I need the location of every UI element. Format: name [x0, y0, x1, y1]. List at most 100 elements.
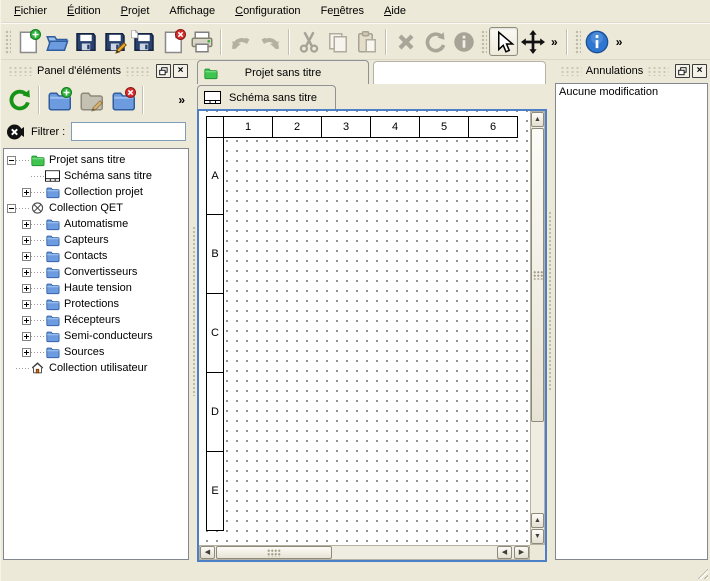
- expand-icon[interactable]: [22, 236, 31, 245]
- collapse-icon[interactable]: [7, 204, 16, 213]
- undo-dock-titlebar[interactable]: Annulations ×: [553, 60, 710, 81]
- save-button[interactable]: [71, 27, 100, 56]
- collapse-icon[interactable]: [7, 156, 16, 165]
- expand-icon[interactable]: [22, 220, 31, 229]
- expand-icon[interactable]: [22, 188, 31, 197]
- cut-button[interactable]: [294, 27, 323, 56]
- menu-projet[interactable]: Projet: [111, 2, 160, 20]
- clear-filter-icon[interactable]: [6, 123, 25, 141]
- toolbar-separator: [566, 29, 568, 55]
- menu-fichier[interactable]: Fichier: [4, 2, 57, 20]
- expand-icon[interactable]: [22, 252, 31, 261]
- vertical-scroll-thumb[interactable]: [531, 128, 544, 422]
- menu-affichage[interactable]: Affichage: [159, 2, 225, 20]
- float-panel-button[interactable]: [675, 64, 690, 78]
- tab-projet-sans-titre[interactable]: Projet sans titre: [197, 60, 369, 84]
- tree-item-capteurs[interactable]: Capteurs: [4, 232, 188, 248]
- toolbar-drag-handle[interactable]: [480, 29, 487, 55]
- elements-panel-titlebar[interactable]: Panel d'éléments ×: [1, 60, 191, 81]
- column-header: 1: [223, 116, 273, 138]
- scroll-up-button[interactable]: ▲: [531, 112, 544, 127]
- new-document-button[interactable]: [13, 27, 42, 56]
- float-panel-button[interactable]: [156, 64, 171, 78]
- move-tool-button[interactable]: [518, 27, 547, 56]
- right-splitter[interactable]: [547, 60, 553, 562]
- scroll-right-button[interactable]: ▶: [514, 546, 529, 559]
- tree-item-label: Collection QET: [49, 202, 123, 214]
- save-as-button[interactable]: [100, 27, 129, 56]
- row-headers: A B C D E: [206, 137, 224, 531]
- tree-item-automatisme[interactable]: Automatisme: [4, 216, 188, 232]
- select-tool-button[interactable]: [489, 27, 518, 56]
- copy-button[interactable]: [323, 27, 352, 56]
- tree-item-label: Projet sans titre: [49, 154, 125, 166]
- expand-icon[interactable]: [22, 284, 31, 293]
- close-panel-button[interactable]: ×: [692, 64, 707, 78]
- tree-item-semi-conducteurs[interactable]: Semi-conducteurs: [4, 328, 188, 344]
- scroll-down-button[interactable]: ▼: [531, 529, 544, 544]
- delete-button[interactable]: [391, 27, 420, 56]
- delete-category-button[interactable]: [107, 84, 139, 116]
- filter-input[interactable]: [71, 122, 186, 141]
- tree-item-collection-qet[interactable]: Collection QET: [4, 200, 188, 216]
- menu-aide[interactable]: Aide: [374, 2, 416, 20]
- open-project-button[interactable]: [42, 27, 71, 56]
- menu-edition[interactable]: Édition: [57, 2, 111, 20]
- scroll-up-button[interactable]: ▲: [531, 513, 544, 528]
- vertical-scrollbar[interactable]: ▲ ▲ ▼: [530, 111, 545, 545]
- tree-item-schema[interactable]: Schéma sans titre: [4, 168, 188, 184]
- horizontal-scrollbar[interactable]: ◀ ◀ ▶: [199, 545, 530, 560]
- main-toolbar: » »: [1, 23, 710, 60]
- scroll-left-button[interactable]: ◀: [497, 546, 512, 559]
- toolbar-overflow-button[interactable]: »: [547, 35, 562, 49]
- tree-item-collection-projet[interactable]: Collection projet: [4, 184, 188, 200]
- branch-line: [16, 368, 29, 369]
- reload-collections-button[interactable]: [3, 84, 35, 116]
- expand-icon[interactable]: [22, 348, 31, 357]
- save-all-button[interactable]: [129, 27, 158, 56]
- tree-item-protections[interactable]: Protections: [4, 296, 188, 312]
- undo-button[interactable]: [226, 27, 255, 56]
- tree-item-haute-tension[interactable]: Haute tension: [4, 280, 188, 296]
- close-panel-button[interactable]: ×: [173, 64, 188, 78]
- scroll-left-button[interactable]: ◀: [200, 546, 215, 559]
- element-info-button[interactable]: [449, 27, 478, 56]
- new-category-button[interactable]: [43, 84, 75, 116]
- menu-fenetres[interactable]: Fenêtres: [311, 2, 374, 20]
- project-info-button[interactable]: [583, 27, 612, 56]
- expand-icon[interactable]: [22, 300, 31, 309]
- branch-line: [31, 288, 44, 289]
- branch-line: [31, 192, 44, 193]
- expand-icon[interactable]: [22, 268, 31, 277]
- tree-item-convertisseurs[interactable]: Convertisseurs: [4, 264, 188, 280]
- menu-configuration[interactable]: Configuration: [225, 2, 310, 20]
- diagram-canvas[interactable]: 1 2 3 4 5 6 A B C D E: [199, 111, 530, 545]
- toolbar-overflow-button[interactable]: »: [612, 35, 627, 49]
- print-icon: [190, 30, 214, 54]
- edit-category-button[interactable]: [75, 84, 107, 116]
- rotate-button[interactable]: [420, 27, 449, 56]
- folder-icon: [45, 217, 60, 231]
- tree-item-recepteurs[interactable]: Récepteurs: [4, 312, 188, 328]
- undo-list-item[interactable]: Aucune modification: [559, 86, 704, 102]
- redo-button[interactable]: [255, 27, 284, 56]
- horizontal-scroll-thumb[interactable]: [216, 546, 332, 559]
- undo-dock-title: Annulations: [586, 65, 644, 77]
- tree-item-contacts[interactable]: Contacts: [4, 248, 188, 264]
- cut-icon: [297, 30, 321, 54]
- close-document-button[interactable]: [158, 27, 187, 56]
- print-button[interactable]: [187, 27, 216, 56]
- panel-overflow-button[interactable]: »: [174, 93, 189, 107]
- tree-item-projet[interactable]: Projet sans titre: [4, 152, 188, 168]
- tree-item-collection-utilisateur[interactable]: Collection utilisateur: [4, 360, 188, 376]
- tab-schema-sans-titre[interactable]: Schéma sans titre: [197, 85, 336, 109]
- tree-item-label: Protections: [64, 298, 119, 310]
- paste-button[interactable]: [352, 27, 381, 56]
- toolbar-drag-handle[interactable]: [4, 29, 11, 55]
- toolbar-drag-handle[interactable]: [574, 29, 581, 55]
- tree-item-sources[interactable]: Sources: [4, 344, 188, 360]
- branch-line: [31, 240, 44, 241]
- expand-icon[interactable]: [22, 316, 31, 325]
- expand-icon[interactable]: [22, 332, 31, 341]
- resize-grip[interactable]: [695, 566, 708, 579]
